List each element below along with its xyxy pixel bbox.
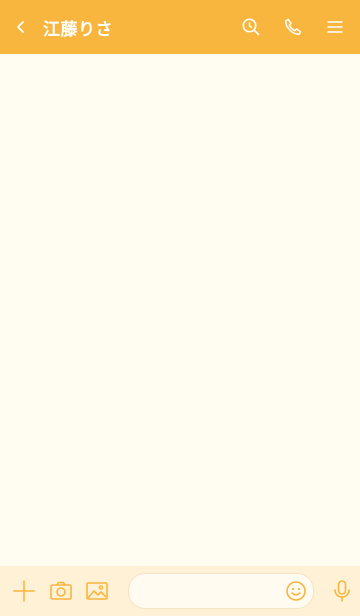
- contact-name: 江藤りさ: [43, 19, 113, 40]
- emoji-icon: [285, 581, 306, 601]
- chat-area[interactable]: [0, 54, 360, 566]
- search-button[interactable]: [230, 7, 272, 47]
- emoji-button[interactable]: [277, 571, 315, 611]
- header-actions: [230, 7, 356, 47]
- back-icon: [17, 21, 24, 33]
- phone-icon: [285, 18, 302, 35]
- voice-button[interactable]: [324, 571, 360, 611]
- search-icon: [242, 18, 260, 36]
- image-icon: [86, 582, 109, 600]
- menu-button[interactable]: [314, 7, 356, 47]
- mic-icon: [333, 580, 350, 602]
- menu-icon: [327, 21, 343, 33]
- camera-icon: [49, 581, 72, 600]
- call-button[interactable]: [272, 7, 314, 47]
- add-button[interactable]: [6, 571, 43, 611]
- plus-icon: [13, 580, 36, 602]
- chat-header: 江藤りさ: [0, 0, 360, 54]
- message-input-container: [127, 571, 315, 611]
- camera-button[interactable]: [43, 571, 80, 611]
- gallery-button[interactable]: [79, 571, 116, 611]
- message-toolbar: [0, 566, 360, 616]
- back-button[interactable]: [0, 7, 42, 47]
